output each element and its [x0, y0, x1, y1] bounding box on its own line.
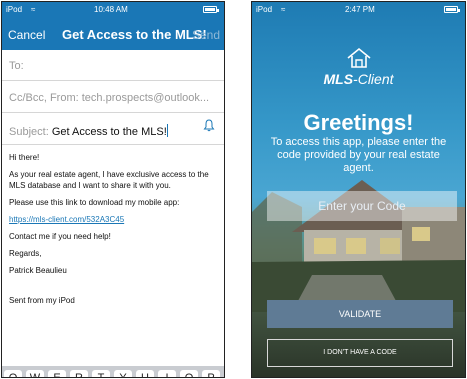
body-paragraph: Contact me if you need help! [9, 232, 111, 241]
cancel-button[interactable]: Cancel [8, 28, 45, 42]
battery-icon [203, 6, 219, 13]
to-field[interactable]: To: [2, 50, 224, 81]
subject-label: Subject: [9, 126, 52, 138]
key[interactable]: E [48, 370, 66, 377]
key[interactable]: P [202, 370, 220, 377]
mail-body[interactable]: Hi there! As your real estate agent, I h… [9, 152, 223, 312]
key[interactable]: I [158, 370, 176, 377]
instructions-text: To access this app, please enter the cod… [270, 136, 447, 174]
key[interactable]: T [92, 370, 110, 377]
body-greeting: Hi there! [9, 153, 40, 162]
status-bar: iPod ≈ 10:48 AM [2, 2, 224, 17]
key[interactable]: O [180, 370, 198, 377]
house-photo [252, 180, 465, 312]
status-time: 10:48 AM [94, 5, 128, 14]
mail-title: Get Access to the MLS! [62, 27, 207, 42]
body-signature: Patrick Beaulieu [9, 266, 67, 275]
no-code-button[interactable]: I DON'T HAVE A CODE [267, 339, 453, 367]
validate-button[interactable]: VALIDATE [267, 300, 453, 328]
subject-value[interactable]: Get Access to the MLS! [52, 126, 167, 138]
subject-field[interactable]: Subject: Get Access to the MLS! [2, 114, 224, 145]
wifi-icon: ≈ [281, 5, 286, 14]
cc-from-field[interactable]: Cc/Bcc, From: tech.prospects@outlook... [2, 82, 224, 113]
to-label: To: [9, 60, 24, 72]
wifi-icon: ≈ [31, 5, 36, 14]
mail-nav-bar: iPod ≈ 10:48 AM Cancel Get Access to the… [2, 2, 224, 50]
battery-icon [444, 6, 460, 13]
key[interactable]: U [136, 370, 154, 377]
keyboard: Q W E R T Y U I O P [2, 366, 224, 377]
code-input[interactable] [267, 191, 457, 221]
bell-icon[interactable] [203, 119, 215, 132]
key[interactable]: Y [114, 370, 132, 377]
key[interactable]: R [70, 370, 88, 377]
body-sent-from: Sent from my iPod [9, 296, 75, 305]
body-regards: Regards, [9, 249, 42, 258]
app-login-screen: iPod ≈ 2:47 PM MLS-Client Greetings! To … [251, 1, 466, 378]
body-paragraph: As your real estate agent, I have exclus… [9, 170, 209, 190]
cc-from-label: Cc/Bcc, From: tech.prospects@outlook... [9, 92, 210, 104]
device-label: iPod [6, 5, 23, 14]
body-paragraph: Please use this link to download my mobi… [9, 198, 180, 207]
device-label: iPod [256, 5, 273, 14]
status-bar: iPod ≈ 2:47 PM [252, 2, 465, 17]
text-caret [166, 124, 168, 137]
download-link[interactable]: https://mls-client.com/532A3C45 [9, 215, 124, 224]
status-time: 2:47 PM [345, 5, 375, 14]
send-button[interactable]: Send [192, 28, 220, 42]
greeting-heading: Greetings! [303, 110, 414, 135]
mail-compose-screen: iPod ≈ 10:48 AM Cancel Get Access to the… [1, 1, 225, 378]
app-logo-text: MLS-Client [323, 71, 394, 87]
house-logo-icon [347, 47, 371, 68]
key[interactable]: W [26, 370, 44, 377]
key[interactable]: Q [4, 370, 22, 377]
